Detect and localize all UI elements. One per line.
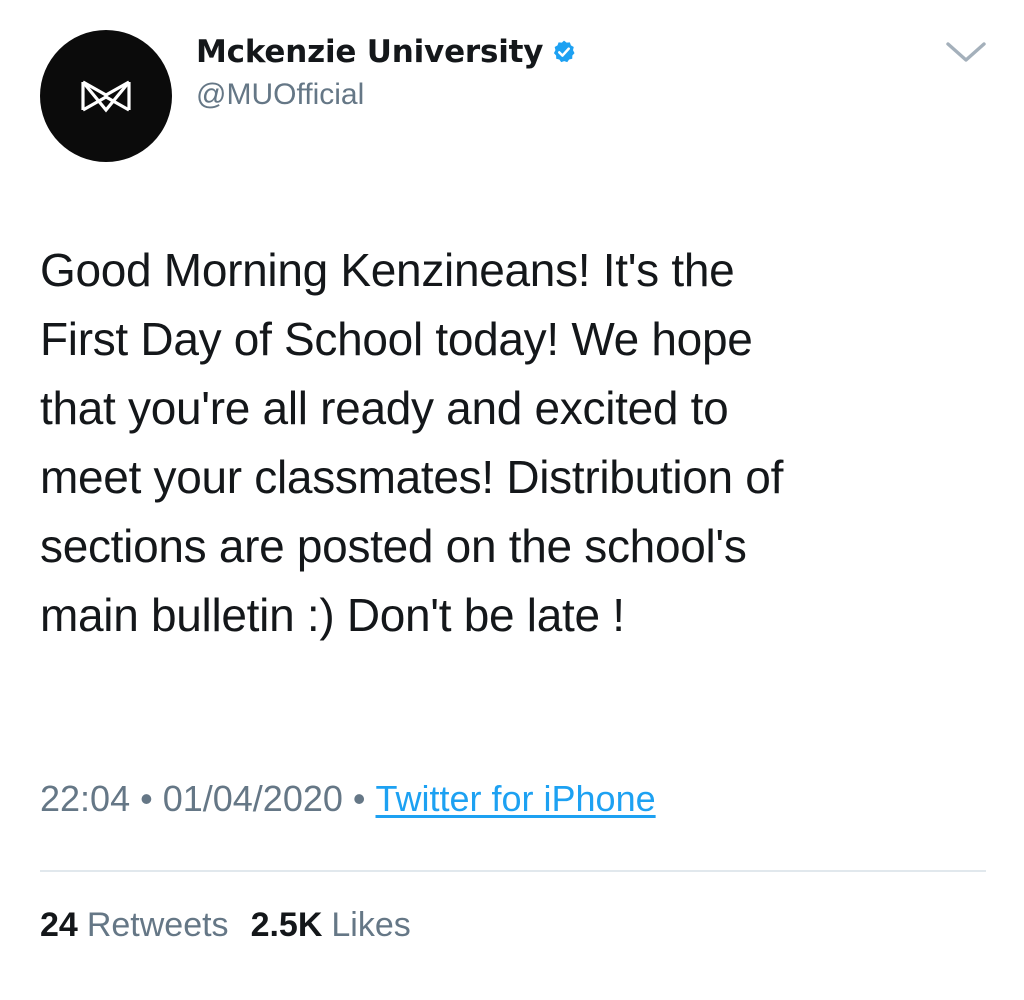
retweets-count: 24 — [40, 906, 78, 944]
retweets-label: Retweets — [86, 906, 229, 944]
tweet-meta: 22:04 • 01/04/2020 • Twitter for iPhone — [40, 778, 656, 820]
verified-badge-icon — [554, 40, 575, 63]
divider — [40, 870, 986, 872]
tweet-menu-button[interactable] — [942, 34, 990, 70]
author-name-row[interactable]: Mckenzie University — [196, 30, 577, 74]
chevron-down-icon — [946, 42, 986, 62]
tweet-date[interactable]: 01/04/2020 — [163, 778, 343, 820]
avatar[interactable] — [40, 30, 172, 162]
meta-separator: • — [140, 778, 153, 819]
author-display-name[interactable]: Mckenzie University — [196, 34, 543, 70]
author-handle[interactable]: @MUOfficial — [196, 78, 364, 112]
tweet-text: Good Morning Kenzineans! It's the First … — [40, 244, 784, 641]
tweet-source-link[interactable]: Twitter for iPhone — [376, 778, 656, 820]
retweets-stat[interactable]: 24 Retweets — [40, 906, 229, 945]
tweet-stats: 24 Retweets 2.5K Likes — [40, 906, 411, 945]
likes-label: Likes — [331, 906, 411, 944]
mu-logo-icon — [81, 80, 131, 113]
likes-stat[interactable]: 2.5K Likes — [251, 906, 411, 945]
tweet: Mckenzie University @MUOfficial Good Mor… — [0, 0, 1024, 1000]
tweet-time: 22:04 — [40, 778, 131, 819]
meta-separator: • — [352, 778, 366, 819]
likes-count: 2.5K — [250, 906, 323, 944]
